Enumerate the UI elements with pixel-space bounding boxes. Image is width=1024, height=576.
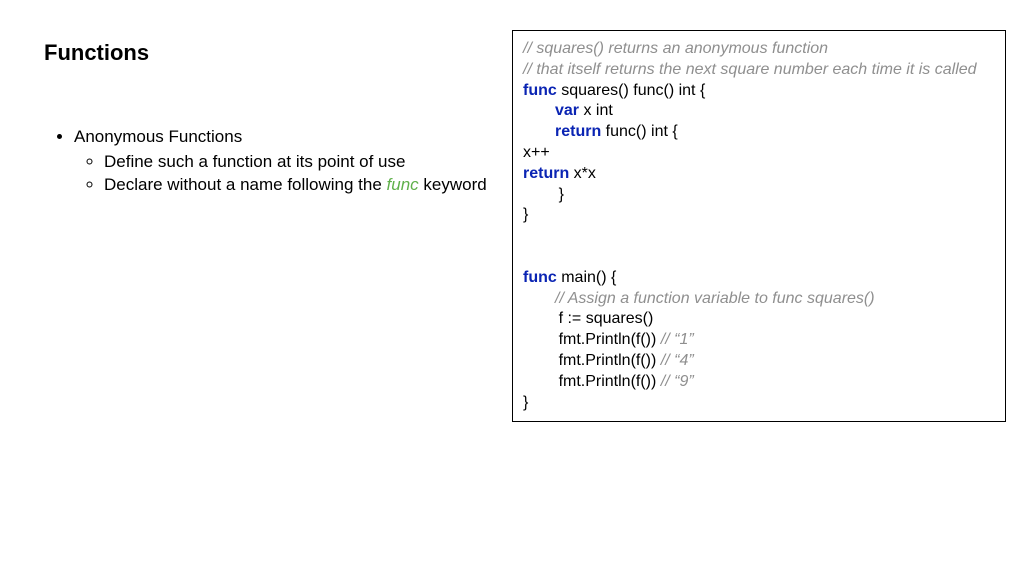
sub-bullet-text: Declare without a name following the bbox=[104, 175, 387, 194]
code-keyword: func bbox=[523, 269, 557, 286]
code-text: func() int { bbox=[601, 123, 677, 140]
sub-bullet-item: Declare without a name following the fun… bbox=[104, 174, 492, 197]
slide: Functions Anonymous Functions Define suc… bbox=[0, 0, 1024, 576]
code-text: main() { bbox=[557, 269, 617, 286]
code-comment: // “4” bbox=[661, 352, 694, 369]
slide-title: Functions bbox=[44, 40, 492, 66]
left-column: Functions Anonymous Functions Define suc… bbox=[0, 0, 512, 576]
func-keyword: func bbox=[387, 175, 419, 194]
code-text: } bbox=[523, 206, 528, 223]
code-box: // squares() returns an anonymous functi… bbox=[512, 30, 1006, 422]
code-comment: // “9” bbox=[661, 373, 694, 390]
code-text: fmt.Println(f()) bbox=[523, 373, 661, 390]
code-text: } bbox=[523, 186, 564, 203]
code-comment: // “1” bbox=[661, 331, 694, 348]
right-column: // squares() returns an anonymous functi… bbox=[512, 0, 1024, 576]
code-comment: // squares() returns an anonymous functi… bbox=[523, 40, 828, 57]
code-text: fmt.Println(f()) bbox=[523, 331, 661, 348]
code-keyword: return bbox=[523, 165, 569, 182]
sub-bullet-item: Define such a function at its point of u… bbox=[104, 151, 492, 174]
sub-bullet-list: Define such a function at its point of u… bbox=[74, 151, 492, 197]
bullet-list: Anonymous Functions Define such a functi… bbox=[44, 126, 492, 197]
code-text: f := squares() bbox=[523, 310, 653, 327]
bullet-text: Anonymous Functions bbox=[74, 127, 242, 146]
code-keyword: var bbox=[555, 102, 579, 119]
code-keyword: return bbox=[555, 123, 601, 140]
sub-bullet-text: keyword bbox=[419, 175, 487, 194]
code-text: } bbox=[523, 394, 528, 411]
bullet-item: Anonymous Functions Define such a functi… bbox=[74, 126, 492, 197]
code-text: x*x bbox=[569, 165, 596, 182]
code-text: x++ bbox=[523, 144, 550, 161]
code-keyword: func bbox=[523, 82, 557, 99]
code-text: x int bbox=[579, 102, 613, 119]
code-text: squares() func() int { bbox=[557, 82, 706, 99]
code-text: fmt.Println(f()) bbox=[523, 352, 661, 369]
code-comment: // Assign a function variable to func sq… bbox=[555, 290, 875, 307]
code-comment: // that itself returns the next square n… bbox=[523, 61, 977, 78]
